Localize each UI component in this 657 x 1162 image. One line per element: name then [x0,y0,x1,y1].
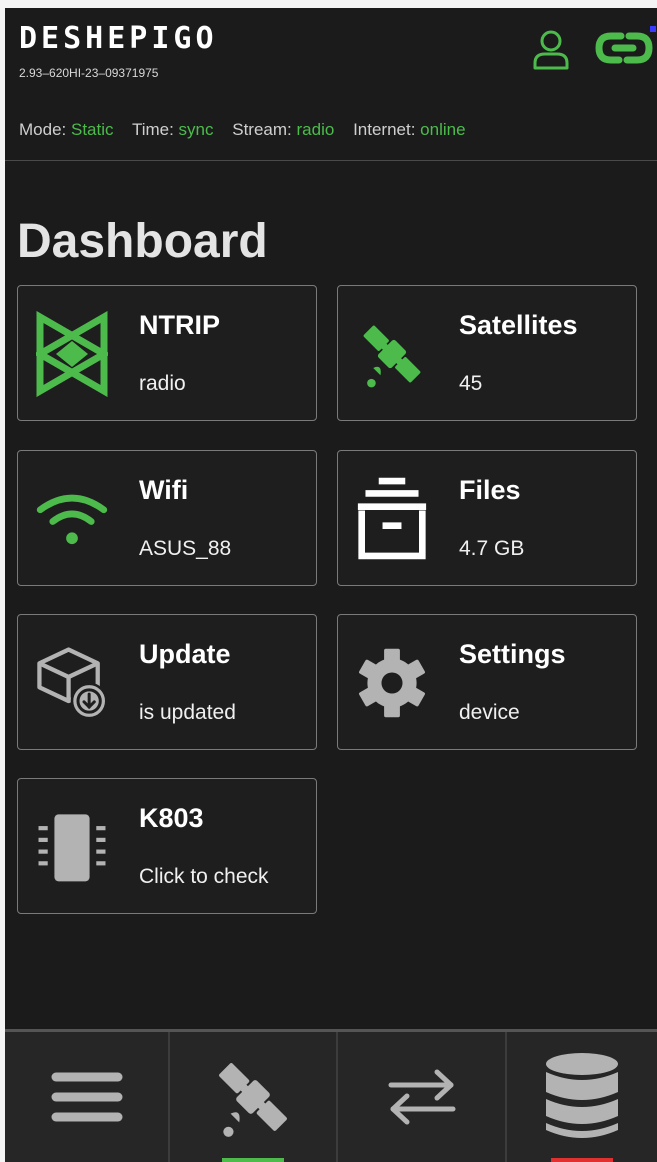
k803-card[interactable]: K803 Click to check [17,778,317,914]
menu-icon [51,1072,122,1122]
card-value: 4.7 GB [459,537,525,560]
wifi-card[interactable]: Wifi ASUS_88 [17,450,317,586]
update-card[interactable]: Update is updated [17,614,317,750]
card-title: Update [139,639,231,669]
card-value: device [459,701,520,724]
status-mode-label: Mode: [19,120,67,139]
nav-transfer[interactable] [336,1032,505,1162]
nav-menu[interactable] [5,1032,168,1162]
satellite-icon [356,304,428,404]
user-icon[interactable] [531,28,571,70]
status-time-value: sync [178,120,214,139]
satellite-icon [219,1063,287,1137]
page-title: Dashboard [17,215,268,268]
update-box-icon [36,633,108,733]
card-value: 45 [459,372,483,395]
active-tab-indicator [222,1158,284,1162]
card-value: is updated [139,701,236,724]
card-title: Wifi [139,475,189,505]
alert-indicator [551,1158,613,1162]
notification-dot [650,26,656,32]
nav-satellites[interactable] [168,1032,336,1162]
database-icon [546,1053,618,1138]
status-bar: Mode: Static Time: sync Stream: radio In… [19,120,480,140]
card-title: Settings [459,639,566,669]
card-value: radio [139,372,186,395]
archive-icon [356,469,428,569]
chip-icon [36,797,108,897]
card-title: Satellites [459,310,578,340]
nav-database[interactable] [505,1032,657,1162]
status-internet-value: online [420,120,466,139]
app-header: DESHEPIGO 2.93–620HI-23–09371975 Mode: S… [5,8,657,161]
card-value: Click to check [139,865,269,888]
transfer-arrows-icon [388,1069,455,1125]
files-card[interactable]: Files 4.7 GB [337,450,637,586]
device-serial: 2.93–620HI-23–09371975 [19,66,159,80]
card-title: NTRIP [139,310,220,340]
status-mode-value: Static [70,120,114,139]
status-internet-label: Internet: [353,120,416,139]
card-value: ASUS_88 [139,537,232,560]
card-title: Files [459,475,521,505]
satellites-card[interactable]: Satellites 45 [337,285,637,421]
status-stream-label: Stream: [232,120,292,139]
card-title: K803 [139,803,204,833]
bottom-nav [5,1029,657,1162]
app-screen: DESHEPIGO 2.93–620HI-23–09371975 Mode: S… [5,8,657,1162]
status-time-label: Time: [131,120,174,139]
link-icon[interactable] [593,22,655,74]
wifi-icon [36,469,108,569]
settings-card[interactable]: Settings device [337,614,637,750]
gear-icon [356,633,428,733]
status-stream-value: radio [296,120,335,139]
ntrip-icon [36,304,108,404]
brand-logo: DESHEPIGO [19,21,218,56]
ntrip-card[interactable]: NTRIP radio [17,285,317,421]
